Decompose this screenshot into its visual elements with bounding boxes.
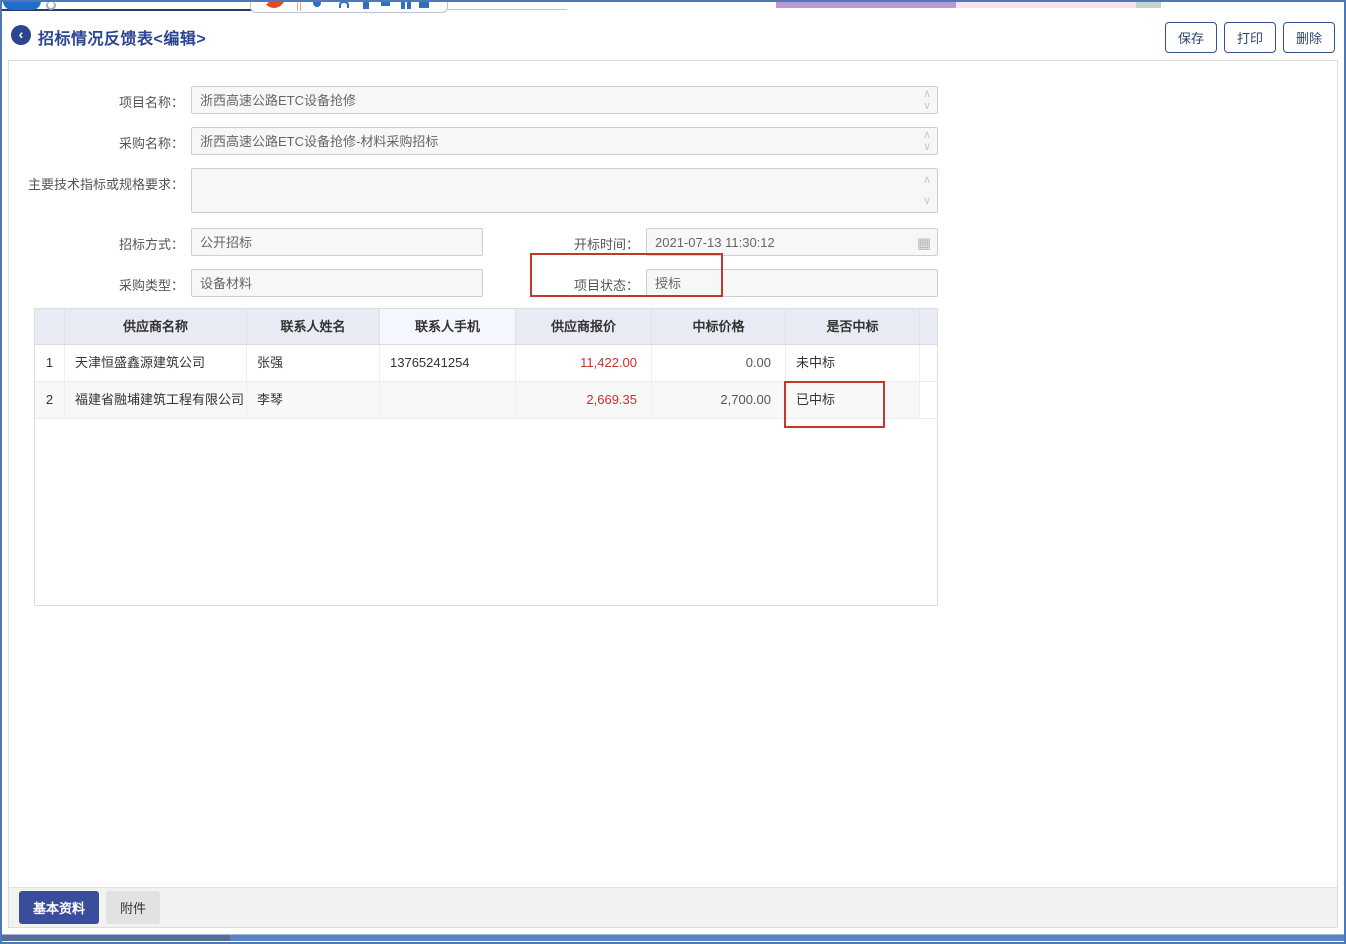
toolbar-icon[interactable] [381, 1, 390, 6]
chevron-down-icon[interactable]: ∨ [923, 196, 931, 207]
cell-is-awarded[interactable]: 未中标 [786, 345, 920, 381]
chevron-up-icon[interactable]: ∧ [923, 175, 931, 186]
toolbar-icon[interactable] [339, 1, 349, 8]
cell-supplier-quote[interactable]: 11,422.00 [516, 345, 652, 381]
procurement-name-field[interactable]: 浙西高速公路ETC设备抢修-材料采购招标 ∧ ∨ [191, 127, 938, 155]
page-title: 招标情况反馈表<编辑> [38, 31, 207, 48]
cell-filler [920, 382, 937, 418]
chevron-down-icon[interactable]: ∨ [923, 101, 931, 112]
cell-row-number: 2 [35, 382, 65, 418]
cell-award-price[interactable]: 0.00 [652, 345, 786, 381]
table-row[interactable]: 1 天津恒盛鑫源建筑公司 张强 13765241254 11,422.00 0.… [35, 345, 937, 382]
header-supplier-name[interactable]: 供应商名称 [65, 309, 247, 344]
orange-logo-icon[interactable] [263, 0, 285, 8]
project-name-field[interactable]: 浙西高速公路ETC设备抢修 ∧ ∨ [191, 86, 938, 114]
project-name-value: 浙西高速公路ETC设备抢修 [200, 93, 357, 108]
cell-contact-name[interactable]: 李琴 [247, 382, 380, 418]
table-header-row: 供应商名称 联系人姓名 联系人手机 供应商报价 中标价格 是否中标 [35, 309, 937, 345]
form-panel: 项目名称： 浙西高速公路ETC设备抢修 ∧ ∨ 采购名称： 浙西高速公路ETC设… [8, 60, 1338, 928]
cell-filler [920, 345, 937, 381]
procurement-type-value: 设备材料 [200, 276, 253, 291]
spinner-icons: ∧ ∨ [923, 130, 931, 153]
tab-basic-info[interactable]: 基本资料 [19, 891, 100, 924]
scrollbar-thumb[interactable] [2, 935, 230, 941]
chevron-up-icon[interactable]: ∧ [923, 130, 931, 141]
spinner-icons: ∧ ∨ [923, 175, 931, 207]
spinner-icons: ∧ ∨ [923, 89, 931, 112]
cell-contact-name[interactable]: 张强 [247, 345, 380, 381]
page-header: ‹ 招标情况反馈表<编辑> 保存 打印 删除 [0, 14, 1346, 58]
table-row[interactable]: 2 福建省融埔建筑工程有限公司 李琴 2,669.35 2,700.00 已中标 [35, 382, 937, 419]
bid-open-time-field[interactable]: 2021-07-13 11:30:12 ▦ [646, 228, 938, 256]
horizontal-scrollbar[interactable] [2, 934, 1344, 941]
tech-spec-field[interactable]: ∧ ∨ [191, 168, 938, 213]
chrome-circle-icon [46, 1, 56, 10]
project-status-field[interactable]: 授标 [646, 269, 938, 297]
bid-open-time-label: 开标时间： [573, 237, 639, 252]
tech-spec-label: 主要技术指标或规格要求： [27, 177, 184, 192]
bid-method-field[interactable]: 公开招标 [191, 228, 483, 256]
top-strip-pink [956, 0, 1136, 8]
back-icon: ‹ [18, 26, 24, 42]
toolbar-icon[interactable] [363, 1, 369, 9]
cell-supplier-name[interactable]: 天津恒盛鑫源建筑公司 [65, 345, 247, 381]
browser-tab-stub[interactable] [3, 0, 41, 10]
chevron-down-icon[interactable]: ∨ [923, 142, 931, 153]
header-is-awarded[interactable]: 是否中标 [786, 309, 920, 344]
browser-chrome [0, 0, 1346, 14]
supplier-table: 供应商名称 联系人姓名 联系人手机 供应商报价 中标价格 是否中标 1 天津恒盛… [34, 308, 938, 606]
toolbar-icon[interactable] [313, 1, 321, 7]
top-strip-purple [776, 0, 956, 8]
header-row-number[interactable] [35, 309, 65, 344]
bid-method-value: 公开招标 [200, 235, 253, 250]
bottom-tab-bar: 基本资料 附件 [9, 887, 1337, 927]
chrome-divider [447, 9, 567, 10]
procurement-type-field[interactable]: 设备材料 [191, 269, 483, 297]
header-contact-phone[interactable]: 联系人手机 [380, 309, 516, 344]
toolbar-divider [297, 1, 298, 11]
project-status-label: 项目状态： [573, 278, 639, 293]
bid-open-time-value: 2021-07-13 11:30:12 [655, 235, 775, 250]
toolbar-icon[interactable] [401, 1, 405, 9]
cell-row-number: 1 [35, 345, 65, 381]
procurement-type-label: 采购类型： [118, 278, 184, 293]
back-button[interactable]: ‹ [11, 25, 31, 45]
cell-supplier-name[interactable]: 福建省融埔建筑工程有限公司 [65, 382, 247, 418]
print-button[interactable]: 打印 [1223, 22, 1276, 53]
action-buttons: 保存 打印 删除 [1164, 22, 1335, 53]
toolbar-divider [300, 1, 301, 11]
top-strip-gray [1136, 0, 1161, 8]
project-status-value: 授标 [655, 276, 682, 291]
chrome-divider [0, 9, 252, 11]
toolbar-icon[interactable] [419, 1, 429, 8]
project-name-label: 项目名称： [118, 95, 184, 110]
procurement-name-value: 浙西高速公路ETC设备抢修-材料采购招标 [200, 134, 439, 149]
cell-is-awarded[interactable]: 已中标 [786, 382, 920, 418]
cell-contact-phone[interactable] [380, 382, 516, 418]
bookmarks-toolbar [250, 0, 448, 13]
calendar-icon[interactable]: ▦ [917, 234, 931, 252]
header-contact-name[interactable]: 联系人姓名 [247, 309, 380, 344]
bid-method-label: 招标方式： [118, 237, 184, 252]
header-filler [920, 309, 937, 344]
cell-contact-phone[interactable]: 13765241254 [380, 345, 516, 381]
cell-award-price[interactable]: 2,700.00 [652, 382, 786, 418]
header-supplier-quote[interactable]: 供应商报价 [516, 309, 652, 344]
chevron-up-icon[interactable]: ∧ [923, 89, 931, 100]
save-button[interactable]: 保存 [1164, 22, 1217, 53]
delete-button[interactable]: 删除 [1282, 22, 1335, 53]
tab-attachments[interactable]: 附件 [106, 891, 161, 924]
cell-supplier-quote[interactable]: 2,669.35 [516, 382, 652, 418]
procurement-name-label: 采购名称： [118, 136, 184, 151]
header-award-price[interactable]: 中标价格 [652, 309, 786, 344]
